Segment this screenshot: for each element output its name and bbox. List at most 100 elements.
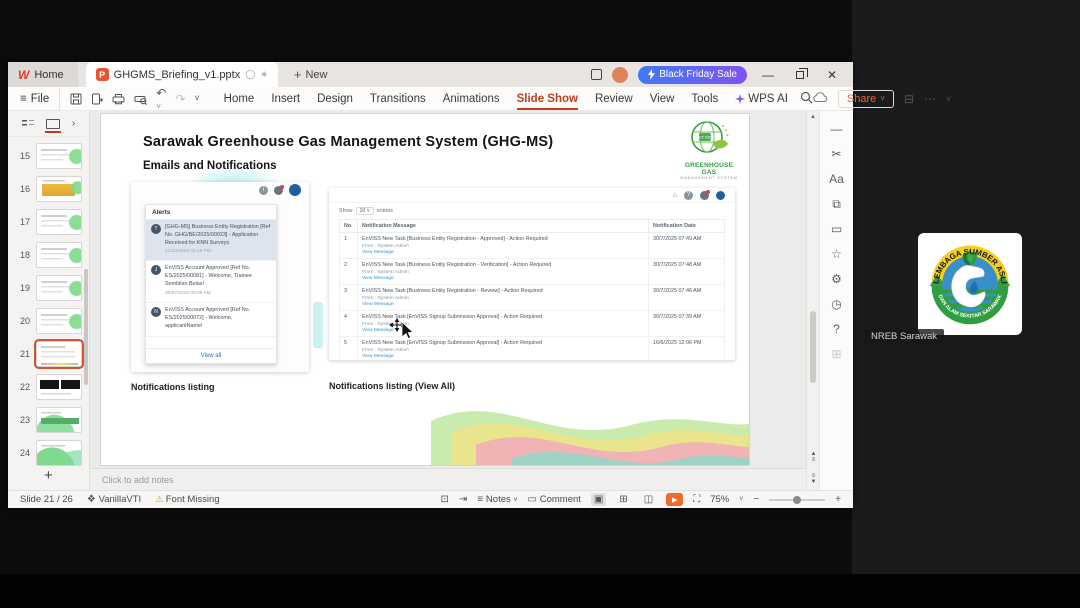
print-preview-icon[interactable] bbox=[134, 93, 148, 105]
slide-thumbnail-row[interactable]: 17 bbox=[8, 209, 82, 235]
file-menu-button[interactable]: ≡ File bbox=[8, 93, 59, 105]
shapes-icon[interactable]: ⧉ bbox=[832, 198, 841, 210]
ribbon-tab[interactable]: Insert bbox=[271, 93, 300, 105]
save-icon[interactable] bbox=[70, 93, 82, 105]
collapse-icon[interactable]: — bbox=[831, 123, 843, 135]
slide-thumbnail[interactable] bbox=[36, 143, 82, 169]
slide-thumbnail[interactable] bbox=[33, 338, 85, 370]
slide-thumbnail-row[interactable]: 24 bbox=[8, 440, 82, 466]
apps-icon[interactable]: ⊞ bbox=[831, 348, 841, 360]
slide-sorter-icon[interactable]: ⊞ bbox=[616, 493, 630, 506]
new-tab-button[interactable]: + New bbox=[294, 67, 328, 82]
slide-thumbnail[interactable] bbox=[36, 275, 82, 301]
comment-button[interactable]: ▭ Comment bbox=[527, 494, 580, 505]
help-icon[interactable]: ? bbox=[833, 323, 840, 335]
ribbon-tab[interactable]: WPS AI bbox=[735, 93, 788, 105]
zoom-slider-handle[interactable] bbox=[793, 495, 802, 504]
slide-thumbnail[interactable] bbox=[36, 374, 82, 400]
theme-item[interactable]: ❖ VanillaVTI bbox=[87, 494, 141, 505]
slide-title[interactable]: Sarawak Greenhouse Gas Management System… bbox=[143, 134, 553, 150]
slide-thumbnail[interactable] bbox=[36, 440, 82, 466]
slide-thumbnail[interactable] bbox=[36, 176, 82, 202]
slide-subtitle[interactable]: Emails and Notifications bbox=[143, 160, 277, 172]
account-avatar[interactable] bbox=[612, 66, 629, 83]
comment-icon[interactable]: ▭ bbox=[831, 223, 842, 235]
slide-thumbnail-row[interactable]: 20 bbox=[8, 308, 82, 334]
caption-right[interactable]: Notifications listing (View All) bbox=[329, 381, 455, 391]
notes-area[interactable]: Click to add notes bbox=[90, 468, 806, 490]
scrollbar-thumb[interactable] bbox=[810, 311, 816, 383]
star-icon[interactable]: ☆ bbox=[831, 248, 842, 260]
slide-thumbnail-row[interactable]: 19 bbox=[8, 275, 82, 301]
settings-icon[interactable]: ⚙ bbox=[831, 273, 842, 285]
window-switch-icon[interactable] bbox=[591, 69, 603, 80]
previous-slide-button[interactable]: ▲ ≡ bbox=[809, 451, 818, 464]
export-icon[interactable] bbox=[91, 93, 104, 105]
participant-video-tile[interactable]: LEMBAGA SUMBER ASLI DAN ALAM SEKITAR SAR… bbox=[918, 233, 1022, 335]
ribbon-tab[interactable]: Home bbox=[224, 93, 255, 105]
minimize-button[interactable]: — bbox=[757, 68, 779, 82]
ribbon-tab[interactable]: Animations bbox=[443, 93, 500, 105]
black-friday-sale-button[interactable]: Black Friday Sale bbox=[638, 65, 747, 84]
search-icon[interactable] bbox=[800, 91, 813, 107]
caption-left[interactable]: Notifications listing bbox=[131, 382, 215, 392]
undo-icon[interactable]: ↶ ˅ bbox=[156, 87, 166, 111]
slide-thumbnail[interactable] bbox=[36, 209, 82, 235]
history-icon[interactable]: ◷ bbox=[831, 298, 841, 310]
font-warning-item[interactable]: ⚠ Font Missing bbox=[155, 494, 219, 505]
ribbon-tab[interactable]: View bbox=[650, 93, 675, 105]
ribbon-tab[interactable]: Design bbox=[317, 93, 353, 105]
slide-thumbnail-row[interactable]: 23 bbox=[8, 407, 82, 433]
slide-scrollbar[interactable]: ▲ ▲ ≡ ≡ ▼ bbox=[806, 111, 819, 490]
ribbon-tab[interactable]: Tools bbox=[691, 93, 718, 105]
restore-button[interactable] bbox=[789, 67, 811, 82]
zoom-chevron-icon[interactable]: ˅ bbox=[739, 496, 743, 503]
thumbnail-scrollbar[interactable] bbox=[84, 269, 88, 385]
add-slide-button[interactable]: + bbox=[44, 467, 53, 484]
theme-icon[interactable]: Aa bbox=[829, 173, 844, 185]
zoom-out-button[interactable]: − bbox=[753, 494, 759, 505]
slide-thumbnail[interactable] bbox=[36, 407, 82, 433]
normal-view-icon[interactable]: ▣ bbox=[590, 493, 607, 506]
task-pane-icon[interactable]: ⊟ bbox=[904, 92, 914, 106]
collapse-ribbon-icon[interactable]: ˅ bbox=[946, 94, 951, 104]
zoom-level[interactable]: 75% bbox=[710, 494, 729, 505]
reading-view-icon[interactable]: ◫ bbox=[641, 493, 656, 506]
outline-view-icon[interactable] bbox=[21, 118, 34, 129]
more-options-icon[interactable]: ⋯ bbox=[924, 92, 936, 106]
selection-pane-icon[interactable]: ⊡ bbox=[441, 494, 449, 505]
notes-toggle[interactable]: ≡ Notes ˅ bbox=[477, 494, 517, 505]
cloud-sync-icon[interactable] bbox=[813, 91, 828, 106]
jump-slide-icon[interactable]: ⇥ bbox=[459, 494, 467, 505]
next-slide-button[interactable]: ≡ ▼ bbox=[809, 473, 818, 486]
tab-home[interactable]: W Home bbox=[8, 62, 78, 87]
tools-icon[interactable]: ✂ bbox=[831, 148, 841, 160]
ribbon-tab[interactable]: Review bbox=[595, 93, 633, 105]
slide-thumbnail-row[interactable]: 21 bbox=[8, 338, 85, 370]
ribbon-tab[interactable]: Transitions bbox=[370, 93, 426, 105]
slide-number: 16 bbox=[19, 184, 30, 194]
share-button[interactable]: Share ˅ bbox=[837, 89, 894, 108]
tab-sync-icon[interactable]: ◯ bbox=[245, 69, 255, 80]
slide-thumbnail-row[interactable]: 15 bbox=[8, 143, 82, 169]
slide-view-icon[interactable] bbox=[44, 118, 61, 133]
status-bar: Slide 21 / 26 ❖ VanillaVTI ⚠ Font Missin… bbox=[8, 490, 853, 508]
tab-document[interactable]: P GHGMS_Briefing_v1.pptx ◯ ∗ bbox=[85, 62, 278, 87]
redo-icon[interactable]: ↷ bbox=[175, 93, 185, 105]
ribbon-tab[interactable]: Slide Show bbox=[516, 93, 579, 110]
print-icon[interactable] bbox=[112, 93, 125, 105]
zoom-slider[interactable] bbox=[769, 495, 826, 504]
toolbar-more-icon[interactable]: ˅ bbox=[194, 94, 199, 103]
zoom-in-button[interactable]: + bbox=[835, 494, 841, 505]
slide-thumbnail-row[interactable]: 18 bbox=[8, 242, 82, 268]
slideshow-play-button[interactable]: ▶ bbox=[666, 493, 684, 506]
slide-thumbnail[interactable] bbox=[36, 242, 82, 268]
slide-thumbnail-row[interactable]: 22 bbox=[8, 374, 82, 400]
slide[interactable]: Sarawak Greenhouse Gas Management System… bbox=[100, 113, 750, 466]
close-button[interactable]: ✕ bbox=[821, 68, 843, 82]
fit-slide-icon[interactable]: ⛶ bbox=[693, 494, 700, 505]
slide-thumbnail[interactable] bbox=[36, 308, 82, 334]
slide-thumbnail-row[interactable]: 16 bbox=[8, 176, 82, 202]
expand-panel-icon[interactable]: › bbox=[72, 118, 75, 129]
scroll-up-icon[interactable]: ▲ bbox=[810, 114, 816, 120]
